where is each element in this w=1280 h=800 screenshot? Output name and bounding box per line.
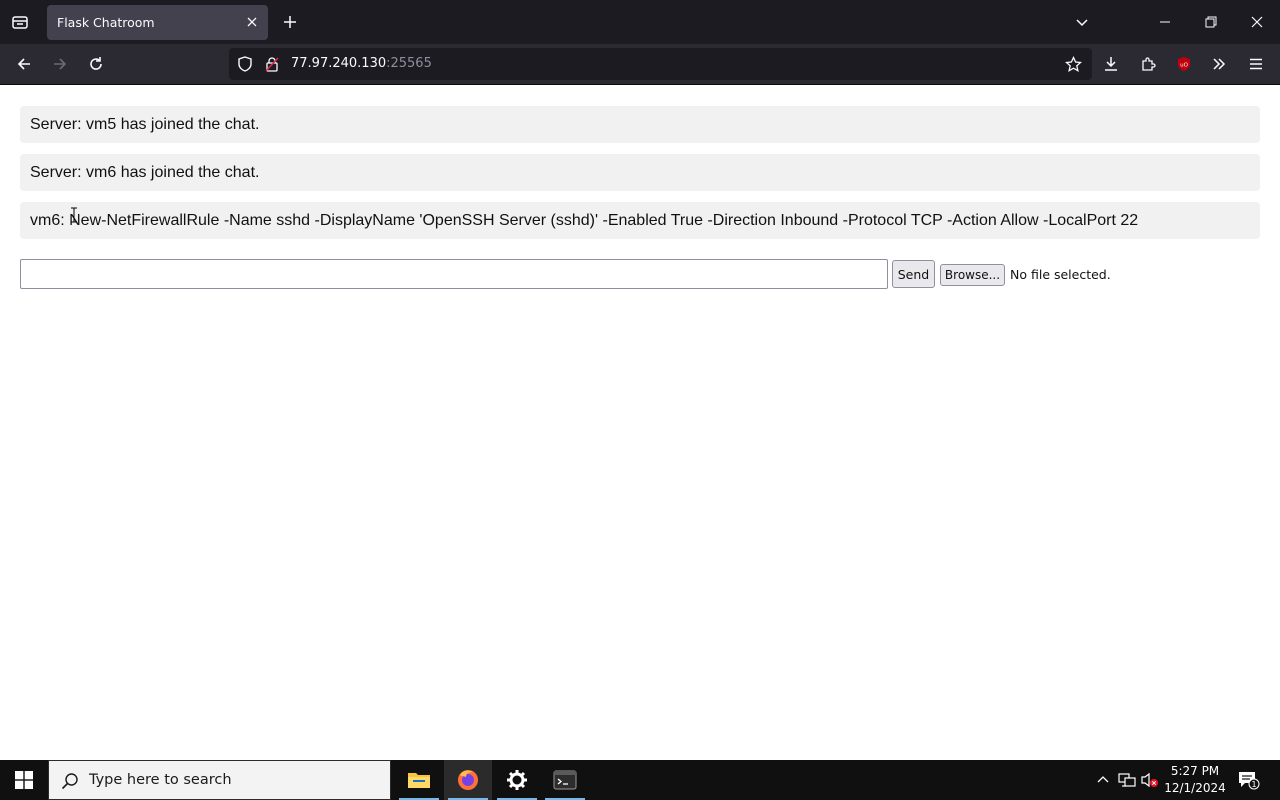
- svg-text:uO: uO: [1180, 63, 1188, 69]
- close-window-button[interactable]: [1242, 7, 1272, 37]
- arrow-right-icon: [54, 58, 67, 70]
- download-icon: [1105, 57, 1117, 71]
- firefox-icon: [458, 770, 478, 790]
- downloads-button[interactable]: [1097, 50, 1125, 78]
- windows-logo-icon: [15, 771, 33, 789]
- terminal-icon: [553, 770, 577, 790]
- taskbar-clock[interactable]: 5:27 PM 12/1/2024: [1160, 763, 1230, 797]
- list-all-tabs-button[interactable]: [1067, 7, 1097, 37]
- ublock-origin-button[interactable]: uO: [1170, 50, 1198, 78]
- gear-icon: [507, 770, 527, 790]
- text-cursor-icon: [71, 207, 77, 223]
- minimize-button[interactable]: [1150, 7, 1180, 37]
- shield-icon: [238, 56, 252, 72]
- chat-message: vm6: New-NetFirewallRule -Name sshd -Dis…: [20, 202, 1260, 239]
- ublock-icon: uO: [1178, 57, 1190, 71]
- taskbar-settings[interactable]: [493, 760, 541, 800]
- reload-button[interactable]: [82, 50, 110, 78]
- arrow-left-icon: [17, 58, 30, 70]
- url-port: :25565: [386, 56, 432, 71]
- extensions-button[interactable]: [1134, 50, 1162, 78]
- chat-message: Server: vm5 has joined the chat.: [20, 106, 1260, 143]
- volume-tray-button[interactable]: [1140, 770, 1160, 790]
- clock-time: 5:27 PM: [1170, 764, 1220, 778]
- network-icon: [1118, 773, 1136, 787]
- restore-button[interactable]: [1196, 7, 1226, 37]
- search-placeholder: Type here to search: [89, 772, 232, 788]
- tab-flask-chatroom[interactable]: Flask Chatroom: [47, 5, 268, 40]
- notification-icon: 1: [1239, 772, 1260, 790]
- folder-icon: [408, 773, 430, 788]
- url-host: 77.97.240.130: [291, 56, 387, 71]
- insecure-lock-icon: [265, 57, 279, 72]
- bookmark-star-icon[interactable]: [1065, 56, 1082, 73]
- tab-bar: Flask Chatroom: [0, 0, 1280, 44]
- minimize-icon: [1160, 21, 1170, 23]
- taskbar-file-explorer[interactable]: [395, 760, 443, 800]
- puzzle-icon: [1142, 57, 1156, 71]
- double-chevron-right-icon: [1213, 58, 1226, 70]
- close-icon: [247, 17, 257, 27]
- url-text: 77.97.240.130:25565: [291, 56, 432, 71]
- forward-button[interactable]: [46, 50, 74, 78]
- action-center-button[interactable]: 1: [1236, 768, 1262, 792]
- taskbar-firefox[interactable]: [444, 760, 492, 800]
- file-selection-status: No file selected.: [1010, 267, 1111, 282]
- plus-icon: [284, 16, 296, 28]
- clock-date: 12/1/2024: [1164, 781, 1226, 795]
- volume-muted-icon: [1141, 772, 1158, 788]
- network-tray-button[interactable]: [1117, 770, 1137, 790]
- nav-toolbar: 77.97.240.130:25565 uO: [0, 44, 1280, 85]
- close-icon: [1251, 16, 1263, 28]
- restore-icon: [1205, 16, 1217, 28]
- chevron-down-icon: [1076, 19, 1088, 27]
- chat-message: Server: vm6 has joined the chat.: [20, 154, 1260, 191]
- show-hidden-icons-button[interactable]: [1093, 770, 1113, 790]
- message-input[interactable]: [20, 259, 888, 289]
- start-button[interactable]: [0, 760, 48, 800]
- search-icon: [61, 773, 78, 790]
- send-button[interactable]: Send: [892, 260, 935, 288]
- tab-title: Flask Chatroom: [57, 15, 155, 30]
- firefox-view-icon: [12, 16, 28, 29]
- app-menu-button[interactable]: [1242, 50, 1270, 78]
- hamburger-menu-icon: [1250, 58, 1262, 70]
- chevron-up-icon: [1097, 776, 1109, 783]
- back-button[interactable]: [10, 50, 38, 78]
- more-tools-button[interactable]: [1205, 50, 1233, 78]
- new-tab-button[interactable]: [278, 10, 302, 34]
- firefox-view-button[interactable]: [6, 8, 34, 36]
- close-tab-button[interactable]: [244, 14, 260, 30]
- notification-count: 1: [1251, 780, 1256, 789]
- taskbar-search[interactable]: Type here to search: [48, 760, 391, 800]
- windows-taskbar: Type here to search 5:27 PM 12/1/2024 1: [0, 760, 1280, 800]
- taskbar-terminal[interactable]: [541, 760, 589, 800]
- reload-icon: [90, 57, 102, 70]
- chatroom-page: Server: vm5 has joined the chat. Server:…: [0, 85, 1280, 760]
- url-bar[interactable]: 77.97.240.130:25565: [229, 48, 1092, 80]
- browse-file-button[interactable]: Browse...: [940, 264, 1005, 286]
